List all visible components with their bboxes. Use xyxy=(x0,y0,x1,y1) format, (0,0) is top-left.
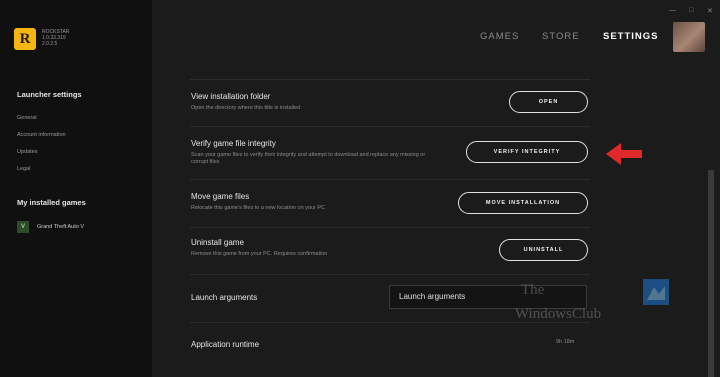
sidebar-item-legal[interactable]: Legal xyxy=(17,166,30,172)
divider xyxy=(190,274,590,275)
launcher-build: 2.0.2.5 xyxy=(42,41,58,47)
divider xyxy=(190,179,590,180)
gta-v-icon: V xyxy=(17,221,29,233)
row-application-runtime: Application runtime xyxy=(191,340,591,349)
maximize-icon[interactable]: □ xyxy=(689,7,693,14)
uninstall-button[interactable]: UNINSTALL xyxy=(499,239,588,261)
row-description: Relocate this game's files to a new loca… xyxy=(191,205,326,211)
close-icon[interactable]: ✕ xyxy=(707,7,713,15)
launcher-logo-block: R ROCKSTAR 1.0.33.319 2.0.2.5 xyxy=(14,28,69,50)
sidebar-item-updates[interactable]: Updates xyxy=(17,149,38,155)
row-title: Application runtime xyxy=(191,340,260,349)
row-description: Open the directory where this title is i… xyxy=(191,105,301,111)
sidebar-item-general[interactable]: General xyxy=(17,115,37,121)
divider xyxy=(190,227,590,228)
open-button[interactable]: OPEN xyxy=(509,91,588,113)
sidebar-item-game[interactable]: V Grand Theft Auto V xyxy=(17,221,84,233)
row-description: Scan your game files to verify their int… xyxy=(191,152,426,165)
sidebar: R ROCKSTAR 1.0.33.319 2.0.2.5 Launcher s… xyxy=(0,0,152,377)
verify-integrity-button[interactable]: VERIFY INTEGRITY xyxy=(466,141,588,163)
move-installation-button[interactable]: MOVE INSTALLATION xyxy=(458,192,588,214)
installed-games-heading: My installed games xyxy=(17,198,86,207)
divider xyxy=(190,79,590,80)
sidebar-item-account-information[interactable]: Account information xyxy=(17,132,66,138)
scrollbar[interactable] xyxy=(708,170,714,377)
row-description: Remove this game from your PC. Requires … xyxy=(191,251,328,257)
avatar[interactable] xyxy=(673,22,705,52)
rockstar-logo-icon: R xyxy=(14,28,36,50)
game-label: Grand Theft Auto V xyxy=(37,224,84,230)
tab-games[interactable]: GAMES xyxy=(480,31,519,42)
launcher-version-text: ROCKSTAR 1.0.33.319 2.0.2.5 xyxy=(42,29,69,47)
minimize-icon[interactable]: — xyxy=(669,7,676,14)
runtime-value: 9h 18m xyxy=(556,339,575,345)
watermark-line1: The xyxy=(521,282,545,298)
watermark-line2: WindowsClub xyxy=(515,306,602,322)
tab-settings[interactable]: SETTINGS xyxy=(603,31,659,42)
red-arrow-icon xyxy=(606,143,642,165)
tab-store[interactable]: STORE xyxy=(542,31,580,42)
windows-logo-icon xyxy=(643,279,669,305)
launcher-settings-heading: Launcher settings xyxy=(17,90,82,99)
divider xyxy=(190,126,590,127)
